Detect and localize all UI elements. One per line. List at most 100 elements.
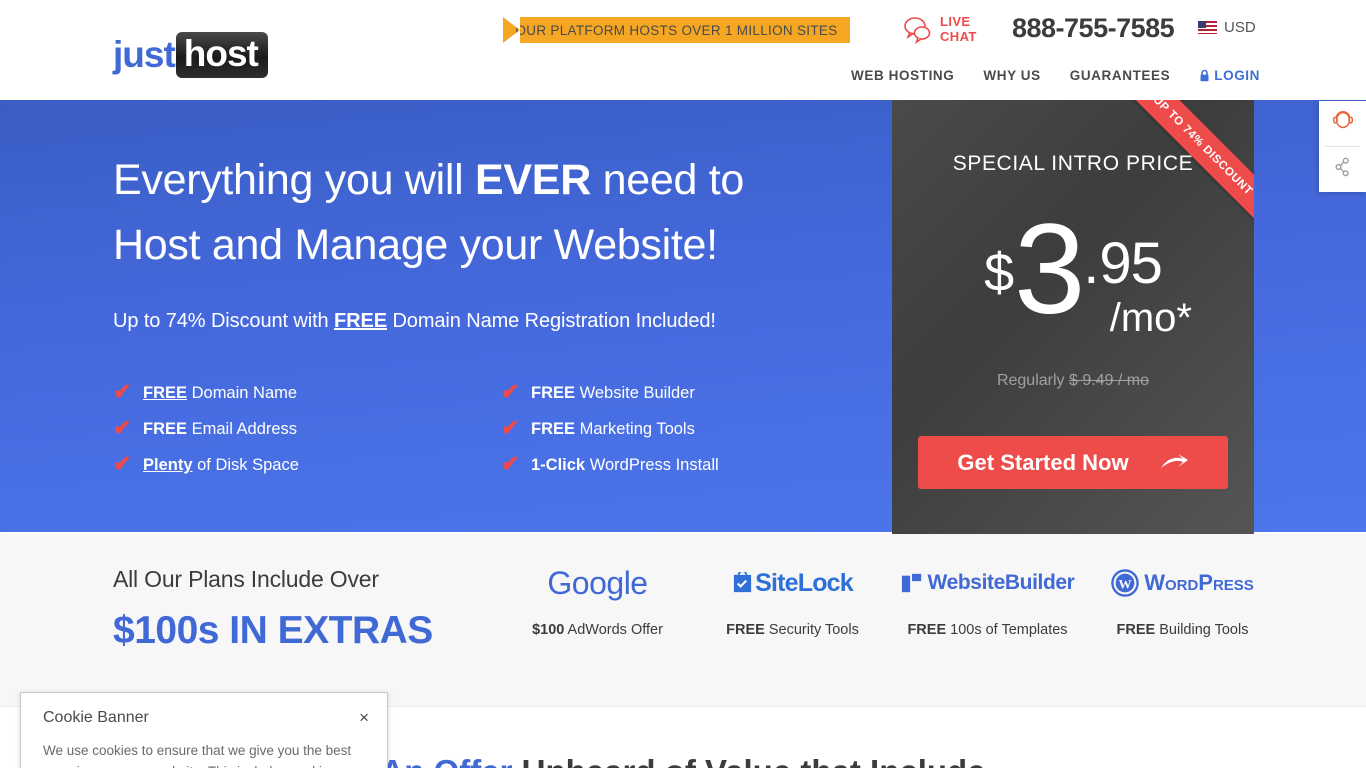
- extras-heading: All Our Plans Include Over $100s IN EXTR…: [113, 566, 433, 653]
- caption-strong: FREE: [726, 622, 765, 638]
- nav-item-why-us[interactable]: WHY US: [983, 68, 1040, 83]
- bottom-heading-rest: Unheard of Value that Include: [512, 753, 986, 768]
- svg-text:W: W: [1119, 577, 1132, 592]
- nav-item-web-hosting[interactable]: WEB HOSTING: [851, 68, 954, 83]
- support-agent-button[interactable]: [1319, 101, 1366, 146]
- blocks-icon: [901, 573, 921, 593]
- nav-login-label: LOGIN: [1214, 68, 1260, 83]
- check-icon: ✔: [113, 379, 132, 404]
- get-started-button[interactable]: Get Started Now: [918, 436, 1228, 489]
- site-header: just host OUR PLATFORM HOSTS OVER 1 MILL…: [0, 0, 1366, 100]
- price-integer: 3: [1014, 198, 1085, 341]
- logo-text-just: just: [113, 34, 176, 75]
- feature-item: ✔ FREE Marketing Tools: [501, 415, 719, 454]
- feature-rest: Website Builder: [575, 384, 695, 402]
- pricing-card: UP TO 74% DISCOUNT SPECIAL INTRO PRICE $…: [892, 100, 1254, 534]
- wordpress-text: WordPress: [1144, 570, 1254, 595]
- feature-text: FREE Domain Name: [143, 382, 297, 404]
- live-chat-button[interactable]: LIVE CHAT: [903, 14, 977, 45]
- caption-strong: $100: [532, 622, 565, 638]
- partner-google: Google $100 AdWords Offer: [500, 562, 695, 639]
- feature-text: 1-Click WordPress Install: [531, 454, 719, 476]
- hero-sub-part2: Domain Name Registration Included!: [387, 310, 716, 332]
- logo-text-host: host: [175, 32, 268, 78]
- promo-banner: OUR PLATFORM HOSTS OVER 1 MILLION SITES: [503, 17, 850, 43]
- feature-strong: Plenty: [143, 456, 193, 474]
- extras-line2: $100s IN EXTRAS: [113, 609, 433, 652]
- currency-selector[interactable]: USD: [1198, 19, 1256, 36]
- partner-wordpress: W WordPress FREE Building Tools: [1085, 562, 1280, 638]
- partner-websitebuilder: WebsiteBuilder FREE 100s of Templates: [890, 562, 1085, 638]
- partner-caption: FREE Building Tools: [1085, 622, 1280, 638]
- partner-caption: FREE 100s of Templates: [890, 622, 1085, 638]
- cookie-close-button[interactable]: ×: [359, 708, 369, 728]
- partner-sitelock: SiteLock FREE Security Tools: [695, 562, 890, 639]
- feature-rest: Domain Name: [187, 384, 298, 402]
- extras-section: All Our Plans Include Over $100s IN EXTR…: [0, 534, 1366, 706]
- price-period: /mo*: [1109, 296, 1192, 340]
- check-icon: ✔: [501, 379, 520, 404]
- regular-price: Regularly $ 9.49 / mo: [892, 372, 1254, 390]
- site-logo[interactable]: just host: [113, 32, 268, 78]
- cookie-banner: Cookie Banner × We use cookies to ensure…: [20, 692, 388, 768]
- price-decimal-point: .: [1083, 231, 1100, 296]
- google-wordmark: Google: [547, 564, 648, 601]
- hero-headline-emphasis: EVER: [475, 156, 591, 204]
- feature-item: ✔ 1-Click WordPress Install: [501, 451, 719, 490]
- price-currency-symbol: $: [984, 243, 1015, 303]
- cookie-banner-body: We use cookies to ensure that we give yo…: [43, 743, 352, 768]
- feature-item: ✔ FREE Email Address: [113, 415, 299, 454]
- feature-list-left: ✔ FREE Domain Name ✔ FREE Email Address …: [113, 379, 299, 490]
- share-nodes-icon: [1334, 156, 1352, 183]
- feature-item: ✔ Plenty of Disk Space: [113, 451, 299, 490]
- check-icon: ✔: [113, 451, 132, 476]
- wordpress-icon: W WordPress: [1085, 562, 1280, 604]
- shield-lock-icon: [734, 571, 752, 592]
- feature-list-right: ✔ FREE Website Builder ✔ FREE Marketing …: [501, 379, 719, 490]
- price-cents: 95: [1099, 231, 1163, 296]
- phone-number[interactable]: 888-755-7585: [1012, 13, 1175, 44]
- bottom-heading-offer: Offer: [434, 753, 513, 768]
- chat-bubble-icon: [903, 14, 933, 45]
- feature-text: FREE Website Builder: [531, 382, 695, 404]
- caption-rest: Security Tools: [764, 622, 859, 638]
- feature-item: ✔ FREE Domain Name: [113, 379, 299, 418]
- extras-line1: All Our Plans Include Over: [113, 566, 379, 592]
- websitebuilder-icon: WebsiteBuilder: [890, 562, 1085, 604]
- nav-item-login[interactable]: LOGIN: [1199, 68, 1260, 83]
- feature-text: Plenty of Disk Space: [143, 454, 299, 476]
- partner-caption: FREE Security Tools: [695, 622, 890, 638]
- wordpress-w-icon: W: [1111, 569, 1139, 597]
- main-nav: WEB HOSTING WHY US GUARANTEES LOGIN: [851, 68, 1260, 83]
- sitelock-icon: SiteLock: [695, 562, 890, 604]
- live-chat-label: LIVE CHAT: [940, 14, 977, 44]
- hero-headline: Everything you will EVER need to Host an…: [113, 148, 813, 278]
- hero-sub-free: FREE: [334, 310, 387, 332]
- feature-strong: FREE: [143, 384, 188, 402]
- hero-headline-part2: need to: [590, 156, 745, 204]
- feature-rest: Marketing Tools: [575, 420, 695, 438]
- lock-icon: [1199, 69, 1210, 82]
- check-icon: ✔: [501, 451, 520, 476]
- wordpress-wordmark: W WordPress: [1111, 569, 1254, 597]
- check-icon: ✔: [501, 415, 520, 440]
- promo-banner-text: OUR PLATFORM HOSTS OVER 1 MILLION SITES: [515, 22, 838, 38]
- feature-rest: WordPress Install: [585, 456, 719, 474]
- share-button[interactable]: [1319, 147, 1366, 192]
- arrow-right-icon: [1159, 453, 1189, 473]
- nav-item-guarantees[interactable]: GUARANTEES: [1070, 68, 1171, 83]
- caption-strong: FREE: [1116, 622, 1156, 638]
- check-icon: ✔: [113, 415, 132, 440]
- caption-rest: 100s of Templates: [946, 622, 1068, 638]
- google-icon: Google: [500, 562, 695, 604]
- get-started-label: Get Started Now: [957, 449, 1129, 475]
- feature-strong: FREE: [531, 420, 576, 438]
- headset-agent-icon: [1331, 109, 1355, 138]
- bottom-heading-part1: An: [380, 753, 433, 768]
- sitelock-wordmark: SiteLock: [732, 569, 854, 598]
- floating-support-widget: [1319, 101, 1366, 192]
- feature-strong: 1-Click: [531, 456, 586, 474]
- hero-subheadline: Up to 74% Discount with FREE Domain Name…: [113, 310, 716, 333]
- feature-strong: FREE: [531, 384, 576, 402]
- feature-rest: Email Address: [187, 420, 298, 438]
